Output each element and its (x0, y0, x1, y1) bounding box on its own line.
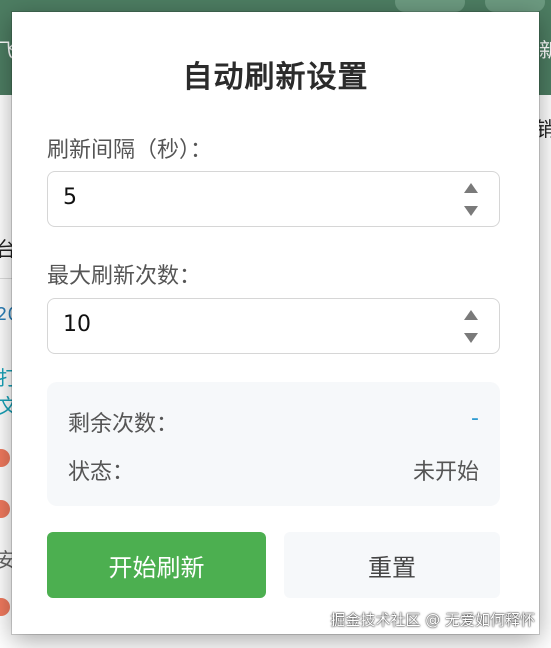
state-value: 未开始 (412, 460, 479, 485)
remaining-count-label: 剩余次数： (68, 412, 179, 437)
increment-arrow-icon[interactable] (464, 183, 478, 193)
header-pill (485, 0, 545, 12)
max-count-spinner[interactable] (463, 310, 479, 344)
dialog-title: 自动刷新设置 (182, 60, 369, 95)
status-panel: 剩余次数： - 状态： 未开始 (47, 382, 500, 506)
state-label: 状态： (68, 460, 135, 485)
increment-arrow-icon[interactable] (464, 310, 478, 320)
background-header-text: 新 (539, 38, 551, 62)
watermark: 掘金技术社区 @ 无爱如何释怀 (330, 611, 535, 629)
max-count-value: 10 (63, 312, 91, 337)
decrement-arrow-icon[interactable] (464, 206, 478, 216)
max-count-label: 最大刷新次数： (47, 264, 202, 289)
auto-refresh-dialog: 自动刷新设置 刷新间隔（秒）： 5 最大刷新次数： 10 剩余次数： - 状态：… (12, 12, 539, 634)
start-refresh-button[interactable]: 开始刷新 (47, 532, 266, 598)
interval-input[interactable]: 5 (47, 171, 500, 227)
interval-spinner[interactable] (463, 183, 479, 217)
reset-button[interactable]: 重置 (284, 532, 500, 598)
interval-value: 5 (63, 185, 77, 210)
remaining-count-value: - (471, 406, 479, 431)
decrement-arrow-icon[interactable] (464, 333, 478, 343)
max-count-input[interactable]: 10 (47, 298, 500, 354)
background-divider (0, 278, 12, 279)
header-pill (395, 0, 465, 12)
interval-label: 刷新间隔（秒）： (47, 138, 213, 163)
